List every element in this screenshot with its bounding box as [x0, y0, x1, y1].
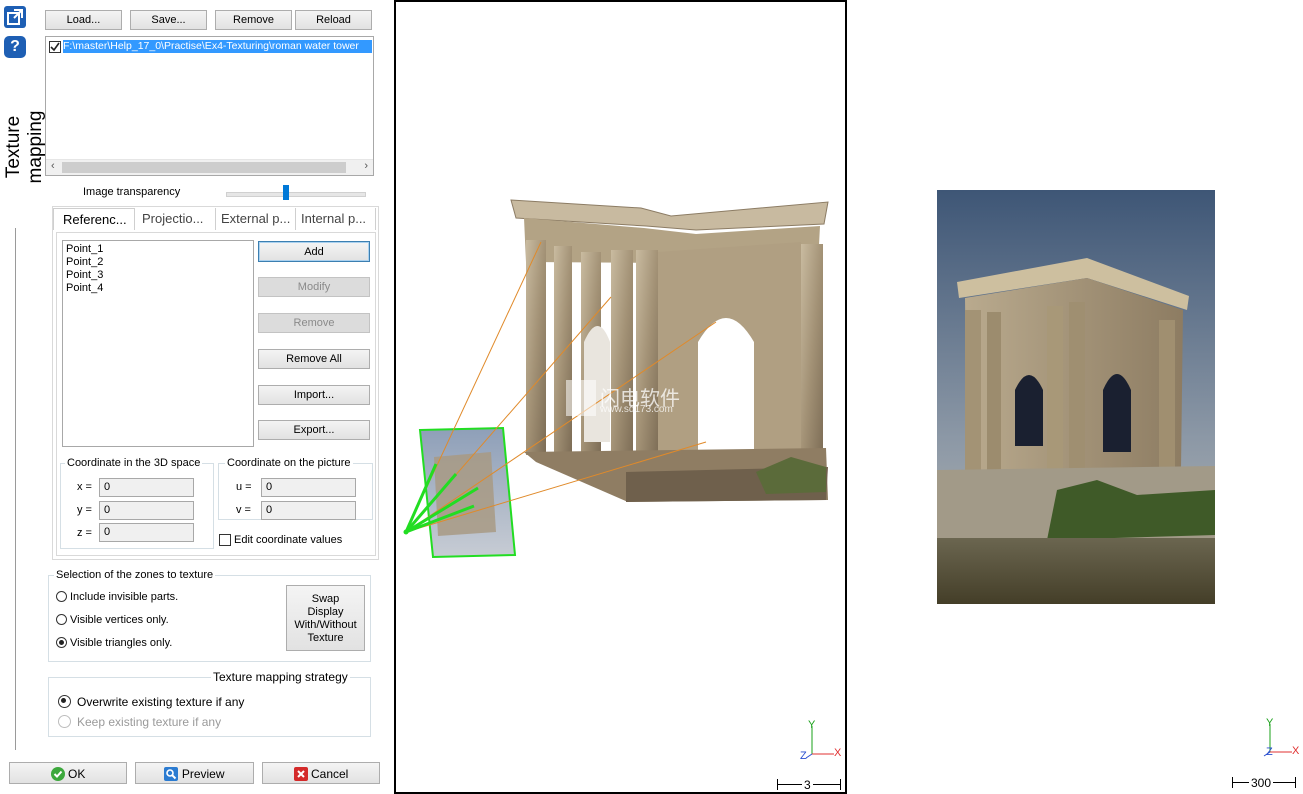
add-point-button[interactable]: Add [258, 241, 370, 262]
ok-label: OK [68, 767, 86, 781]
edit-coords-label: Edit coordinate values [234, 534, 343, 546]
overwrite-label: Overwrite existing texture if any [77, 695, 245, 709]
detach-button[interactable] [4, 6, 26, 28]
z-label: z = [77, 527, 92, 539]
preview-button[interactable]: Preview [135, 762, 254, 784]
modify-point-button[interactable]: Modify [258, 277, 370, 297]
tab-internal[interactable]: Internal p... [296, 208, 376, 230]
axis-x-label: X [834, 747, 842, 759]
image-list[interactable]: F:\master\Help_17_0\Practise\Ex4-Texturi… [45, 36, 374, 176]
scroll-thumb[interactable] [62, 162, 346, 173]
axis-y-label: Y [808, 719, 816, 731]
axis-z-label: Z [1266, 746, 1273, 758]
scale-tick-left [777, 779, 778, 790]
swap-display-button[interactable]: Swap Display With/Without Texture [286, 585, 365, 651]
coords-picture-title: Coordinate on the picture [225, 457, 353, 469]
preview-label: Preview [181, 767, 225, 781]
list-item[interactable]: Point_1 [66, 243, 250, 256]
slider-thumb[interactable] [283, 185, 289, 200]
import-button[interactable]: Import... [258, 385, 370, 405]
y-field[interactable]: 0 [99, 501, 194, 520]
swap-line: Texture [307, 632, 344, 644]
panel-title: Texture mapping [3, 110, 46, 184]
scale-tick-right [1295, 777, 1296, 788]
axis-x-label: X [1292, 745, 1300, 757]
list-item[interactable]: Point_4 [66, 282, 250, 295]
radio-keep[interactable] [58, 715, 71, 728]
radio-overwrite[interactable] [58, 695, 71, 708]
radio-visible-vertices[interactable] [56, 614, 67, 625]
u-label: u = [236, 481, 252, 493]
tab-references[interactable]: Referenc... [53, 208, 135, 230]
load-button[interactable]: Load... [45, 10, 122, 30]
remove-image-button[interactable]: Remove [215, 10, 292, 30]
u-field[interactable]: 0 [261, 478, 356, 497]
reference-photo[interactable] [937, 190, 1215, 604]
remove-all-button[interactable]: Remove All [258, 349, 370, 369]
axis-y-label: Y [1266, 717, 1274, 729]
x-label: x = [77, 481, 92, 493]
list-item[interactable]: Point_3 [66, 269, 250, 282]
viewport-3d[interactable]: 闪电软件 www.sd173.com Y X Z 3 [394, 0, 847, 794]
list-item[interactable]: Point_2 [66, 256, 250, 269]
scale-value: 300 [1249, 776, 1274, 790]
reload-button[interactable]: Reload [295, 10, 372, 30]
export-button[interactable]: Export... [258, 420, 370, 440]
remove-point-button[interactable]: Remove [258, 313, 370, 333]
image-path[interactable]: F:\master\Help_17_0\Practise\Ex4-Texturi… [63, 40, 372, 53]
slider-track [226, 192, 366, 197]
edit-coords-checkbox[interactable] [219, 534, 231, 546]
axis-z-label: Z [800, 750, 807, 762]
magnifier-icon [164, 767, 179, 781]
watermark-url: www.sd173.com [600, 404, 673, 415]
z-field[interactable]: 0 [99, 523, 194, 542]
v-label: v = [236, 504, 251, 516]
transparency-slider[interactable] [226, 185, 366, 201]
external-window-icon [7, 9, 23, 25]
projected-photo [418, 426, 517, 559]
x-field[interactable]: 0 [99, 478, 194, 497]
keep-label: Keep existing texture if any [77, 715, 222, 729]
help-icon: ? [10, 38, 20, 55]
horizontal-scrollbar[interactable]: ‹ › [46, 159, 373, 175]
scroll-left-icon[interactable]: ‹ [51, 160, 55, 172]
scale-value: 3 [802, 778, 813, 792]
radio-include-invisible[interactable] [56, 591, 67, 602]
swap-line: With/Without [294, 619, 357, 631]
ok-check-icon [50, 767, 65, 781]
cancel-x-icon [293, 767, 308, 781]
help-button[interactable]: ? [4, 36, 26, 58]
radio-visible-triangles[interactable] [56, 637, 67, 648]
image-checkbox[interactable] [49, 41, 61, 53]
title-separator [15, 228, 16, 750]
visible-vertices-label: Visible vertices only. [70, 614, 169, 626]
swap-line: Swap [311, 593, 340, 605]
include-invisible-label: Include invisible parts. [70, 591, 179, 603]
save-button[interactable]: Save... [130, 10, 207, 30]
checkmark-icon [50, 42, 60, 52]
ok-button[interactable]: OK [9, 762, 127, 784]
swap-line: Display [307, 606, 344, 618]
v-field[interactable]: 0 [261, 501, 356, 520]
scale-tick-left [1232, 777, 1233, 788]
cancel-label: Cancel [310, 767, 349, 781]
tab-external[interactable]: External p... [216, 208, 296, 230]
transparency-label: Image transparency [83, 186, 181, 198]
viewport-photo[interactable]: Y X Z 300 [848, 0, 1303, 794]
zones-title: Selection of the zones to texture [54, 569, 216, 581]
y-label: y = [77, 504, 92, 516]
coords-3d-title: Coordinate in the 3D space [65, 457, 203, 469]
cancel-button[interactable]: Cancel [262, 762, 380, 784]
visible-triangles-label: Visible triangles only. [70, 637, 173, 649]
points-list[interactable]: Point_1 Point_2 Point_3 Point_4 [62, 240, 254, 447]
scale-tick-right [840, 779, 841, 790]
tab-projection[interactable]: Projectio... [136, 208, 216, 230]
tower-model [510, 199, 829, 502]
strategy-title: Texture mapping strategy [211, 670, 350, 684]
scroll-right-icon[interactable]: › [364, 160, 368, 172]
